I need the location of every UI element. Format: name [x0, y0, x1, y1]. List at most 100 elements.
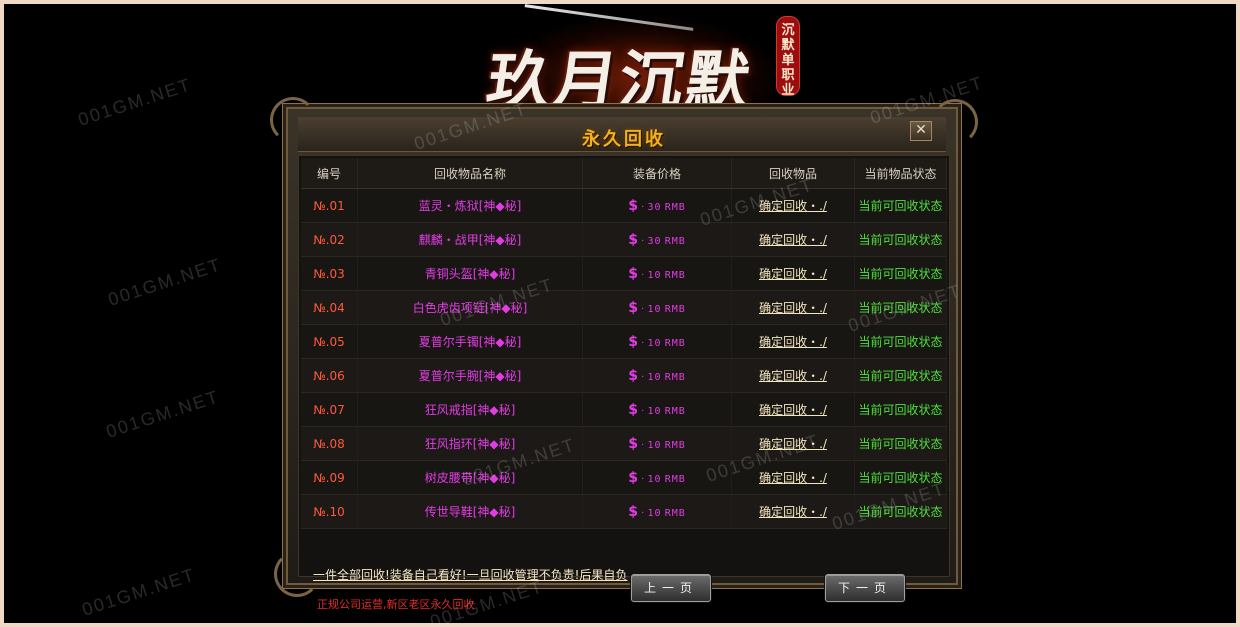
price-separator: ·	[641, 473, 645, 485]
item-name: 青铜头盔[神◆秘]	[357, 256, 583, 291]
item-name: 夏普尔手腕[神◆秘]	[357, 358, 583, 393]
price-separator: ·	[641, 439, 645, 451]
price-separator: ·	[641, 507, 645, 519]
item-name: 传世导鞋[神◆秘]	[357, 494, 583, 529]
confirm-recycle-link[interactable]: 确定回收・./	[759, 199, 827, 213]
confirm-recycle-link[interactable]: 确定回收・./	[759, 403, 827, 417]
price-currency: RMB	[664, 473, 686, 485]
item-number: №.04	[301, 290, 358, 325]
table-row: №.04 白色虎齿项链[神◆秘] $ · 10 RMB 确定回收・./ 当前可回收状态	[301, 290, 947, 325]
header-number: 编号	[301, 158, 358, 189]
table-row: №.05 夏普尔手镯[神◆秘] $ · 10 RMB 确定回收・./当前可回收状态	[301, 324, 947, 359]
confirm-recycle-link[interactable]: 确定回收・./	[759, 335, 827, 349]
logo-seal-line: 单职	[781, 53, 795, 83]
recycle-table: 编号 回收物品名称 装备价格 回收物品 当前物品状态 №.01 蓝灵・炼狱[神◆秘…	[301, 158, 947, 529]
price-separator: ·	[641, 371, 645, 383]
dollar-icon: $	[628, 231, 638, 248]
recycle-all-link[interactable]: 一件全部回收!装备自己看好!一旦回收管理不负责!后果自负	[313, 566, 627, 583]
price-separator: ·	[641, 235, 645, 247]
dollar-icon: $	[628, 197, 638, 214]
close-icon: ✕	[915, 122, 927, 138]
recycle-cell: 确定回收・./	[731, 426, 855, 461]
dollar-icon: $	[628, 401, 638, 418]
confirm-recycle-link[interactable]: 确定回收・./	[759, 437, 827, 451]
recycle-cell: 确定回收・./	[731, 222, 855, 257]
item-status: 当前可回收状态	[854, 494, 947, 529]
item-price: $ · 30 RMB	[582, 188, 732, 223]
recycle-dialog: 永久回收 ✕ 编号 回收物品名称 装备价格 回收物品 当前物品状态 №.01 蓝灵…	[270, 97, 978, 611]
recycle-cell: 确定回收・./	[731, 256, 855, 291]
table-row: №.07 狂风戒指[神◆秘] $ · 10 RMB 确定回收・./当前可回收状态	[301, 392, 947, 427]
item-price: $ · 10 RMB	[582, 426, 732, 461]
table-row: №.09 树皮腰带[神◆秘] $ · 10 RMB 确定回收・./当前可回收状态	[301, 460, 947, 495]
next-page-button[interactable]: 下一页	[825, 574, 905, 602]
confirm-recycle-link[interactable]: 确定回收・./	[759, 471, 827, 485]
item-number: №.09	[301, 460, 358, 495]
item-status: 当前可回收状态	[854, 324, 947, 359]
table-header-row: 编号 回收物品名称 装备价格 回收物品 当前物品状态	[301, 158, 947, 189]
price-currency: RMB	[664, 201, 686, 213]
recycle-cell: 确定回收・./	[731, 290, 855, 325]
item-status: 当前可回收状态	[854, 460, 947, 495]
item-name: 蓝灵・炼狱[神◆秘]	[357, 188, 583, 223]
confirm-recycle-link[interactable]: 确定回收・./	[759, 505, 827, 519]
item-status: 当前可回收状态	[854, 392, 947, 427]
price-value: 10	[647, 405, 662, 417]
price-separator: ·	[641, 269, 645, 281]
logo-seal: 沉默 单职 业	[776, 16, 800, 98]
item-status: 当前可回收状态	[854, 358, 947, 393]
close-button[interactable]: ✕	[910, 121, 932, 141]
price-currency: RMB	[664, 507, 686, 519]
item-name: 狂风指环[神◆秘]	[357, 426, 583, 461]
recycle-cell: 确定回收・./	[731, 324, 855, 359]
price-value: 30	[647, 201, 662, 213]
header-price: 装备价格	[582, 158, 732, 189]
price-currency: RMB	[664, 371, 686, 383]
recycle-panel: 编号 回收物品名称 装备价格 回收物品 当前物品状态 №.01 蓝灵・炼狱[神◆秘…	[298, 155, 950, 611]
price-currency: RMB	[664, 337, 686, 349]
confirm-recycle-link[interactable]: 确定回收・./	[759, 267, 827, 281]
item-name: 麒麟・战甲[神◆秘]	[357, 222, 583, 257]
confirm-recycle-link[interactable]: 确定回收・./	[759, 301, 827, 315]
price-value: 10	[647, 439, 662, 451]
item-price: $ · 10 RMB	[582, 358, 732, 393]
item-status: 当前可回收状态	[854, 290, 947, 325]
item-price: $ · 10 RMB	[582, 256, 732, 291]
dollar-icon: $	[628, 469, 638, 486]
dollar-icon: $	[628, 367, 638, 384]
dollar-icon: $	[628, 299, 638, 316]
item-price: $ · 10 RMB	[582, 460, 732, 495]
dialog-title: 永久回收	[582, 129, 666, 150]
header-item-name: 回收物品名称	[357, 158, 583, 189]
dollar-icon: $	[628, 333, 638, 350]
game-window: 玖月沉默 沉默 单职 业 永久回收 ✕ 编号 回收物品名称 装备价格 回收物品	[4, 4, 1236, 623]
item-name: 夏普尔手镯[神◆秘]	[357, 324, 583, 359]
price-currency: RMB	[664, 269, 686, 281]
table-row: №.06 夏普尔手腕[神◆秘] $ · 10 RMB 确定回收・./当前可回收状态	[301, 358, 947, 393]
item-number: №.06	[301, 358, 358, 393]
dollar-icon: $	[628, 503, 638, 520]
item-status: 当前可回收状态	[854, 188, 947, 223]
item-number: №.03	[301, 256, 358, 291]
item-name: 白色虎齿项链[神◆秘]	[357, 290, 583, 325]
confirm-recycle-link[interactable]: 确定回收・./	[759, 233, 827, 247]
prev-page-button[interactable]: 上一页	[631, 574, 711, 602]
recycle-cell: 确定回收・./	[731, 494, 855, 529]
price-separator: ·	[641, 405, 645, 417]
item-price: $ · 10 RMB	[582, 290, 732, 325]
table-row: №.03 青铜头盔[神◆秘] $ · 10 RMB 确定回收・./ 当前可回收状态	[301, 256, 947, 291]
operation-notice: 正规公司运营,新区老区永久回收	[317, 598, 475, 611]
recycle-cell: 确定回收・./	[731, 460, 855, 495]
price-value: 10	[647, 303, 662, 315]
watermark: 001GM.NET	[103, 386, 223, 442]
price-currency: RMB	[664, 303, 686, 315]
item-number: №.01	[301, 188, 358, 223]
table-row: №.02 麒麟・战甲[神◆秘] $ · 30 RMB 确定回收・./当前可回收状态	[301, 222, 947, 257]
item-price: $ · 10 RMB	[582, 494, 732, 529]
item-number: №.08	[301, 426, 358, 461]
item-status: 当前可回收状态	[854, 256, 947, 291]
item-price: $ · 10 RMB	[582, 324, 732, 359]
confirm-recycle-link[interactable]: 确定回收・./	[759, 369, 827, 383]
price-separator: ·	[641, 201, 645, 213]
price-value: 10	[647, 371, 662, 383]
